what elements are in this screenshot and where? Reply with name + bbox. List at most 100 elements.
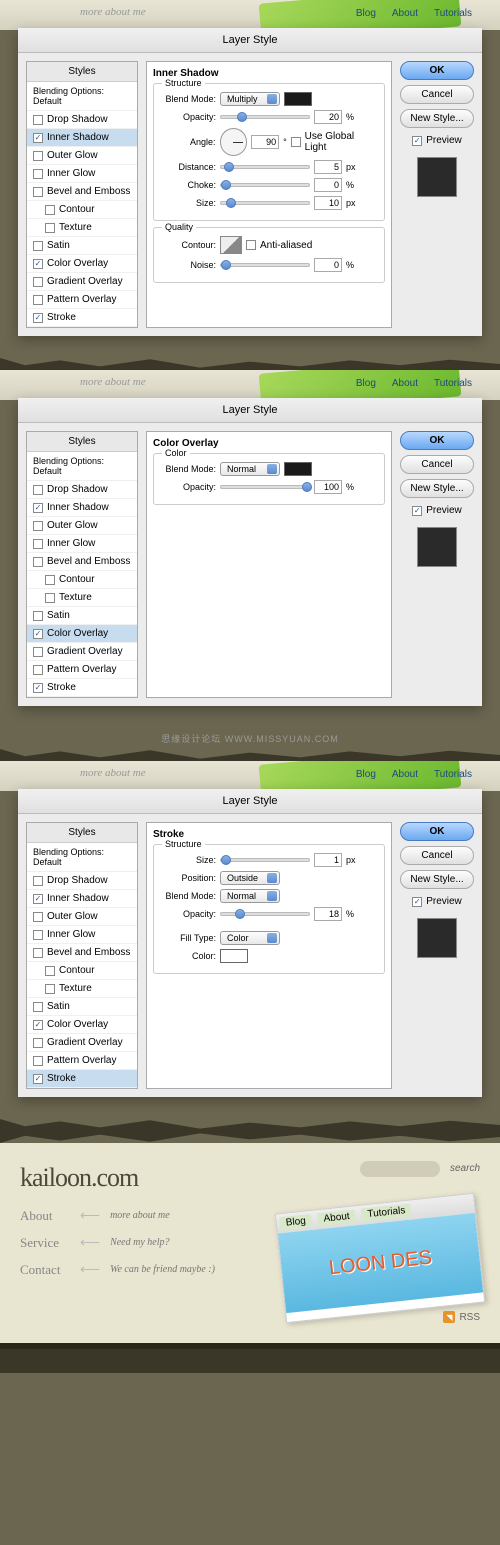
choke-slider[interactable] xyxy=(220,183,310,187)
preview-checkbox[interactable] xyxy=(412,506,422,516)
style-checkbox[interactable] xyxy=(33,1002,43,1012)
style-checkbox[interactable] xyxy=(45,575,55,585)
shadow-color-swatch[interactable] xyxy=(284,92,312,106)
style-item-inner-shadow[interactable]: Inner Shadow xyxy=(27,129,137,147)
style-checkbox[interactable] xyxy=(45,966,55,976)
blend-mode-select[interactable]: Normal xyxy=(220,462,280,476)
style-item-bevel-and-emboss[interactable]: Bevel and Emboss xyxy=(27,553,137,571)
style-checkbox[interactable] xyxy=(33,277,43,287)
style-item-texture[interactable]: Texture xyxy=(27,219,137,237)
contour-picker[interactable] xyxy=(220,236,242,254)
fill-type-select[interactable]: Color xyxy=(220,931,280,945)
style-item-gradient-overlay[interactable]: Gradient Overlay xyxy=(27,643,137,661)
opacity-input[interactable]: 100 xyxy=(314,480,342,494)
rss-link[interactable]: ◥ RSS xyxy=(443,1311,480,1323)
angle-input[interactable]: 90 xyxy=(251,135,279,149)
new-style-button[interactable]: New Style... xyxy=(400,479,474,498)
style-item-stroke[interactable]: Stroke xyxy=(27,309,137,327)
cancel-button[interactable]: Cancel xyxy=(400,455,474,474)
distance-slider[interactable] xyxy=(220,165,310,169)
style-item-drop-shadow[interactable]: Drop Shadow xyxy=(27,481,137,499)
style-item-color-overlay[interactable]: Color Overlay xyxy=(27,625,137,643)
style-checkbox[interactable] xyxy=(33,295,43,305)
style-item-inner-glow[interactable]: Inner Glow xyxy=(27,535,137,553)
style-checkbox[interactable] xyxy=(33,503,43,513)
opacity-slider[interactable] xyxy=(220,912,310,916)
size-input[interactable]: 1 xyxy=(314,853,342,867)
style-checkbox[interactable] xyxy=(33,521,43,531)
style-checkbox[interactable] xyxy=(33,539,43,549)
choke-input[interactable]: 0 xyxy=(314,178,342,192)
style-item-pattern-overlay[interactable]: Pattern Overlay xyxy=(27,661,137,679)
style-item-pattern-overlay[interactable]: Pattern Overlay xyxy=(27,1052,137,1070)
new-style-button[interactable]: New Style... xyxy=(400,109,474,128)
style-checkbox[interactable] xyxy=(33,894,43,904)
style-checkbox[interactable] xyxy=(33,930,43,940)
size-input[interactable]: 10 xyxy=(314,196,342,210)
position-select[interactable]: Outside xyxy=(220,871,280,885)
styles-header[interactable]: Styles xyxy=(27,432,137,452)
style-item-bevel-and-emboss[interactable]: Bevel and Emboss xyxy=(27,944,137,962)
style-item-contour[interactable]: Contour xyxy=(27,571,137,589)
style-item-texture[interactable]: Texture xyxy=(27,980,137,998)
opacity-slider[interactable] xyxy=(220,115,310,119)
angle-dial[interactable] xyxy=(220,128,248,156)
style-checkbox[interactable] xyxy=(33,187,43,197)
style-item-inner-shadow[interactable]: Inner Shadow xyxy=(27,499,137,517)
style-checkbox[interactable] xyxy=(33,611,43,621)
style-item-satin[interactable]: Satin xyxy=(27,607,137,625)
style-checkbox[interactable] xyxy=(33,1020,43,1030)
blend-mode-select[interactable]: Normal xyxy=(220,889,280,903)
styles-header[interactable]: Styles xyxy=(27,62,137,82)
size-slider[interactable] xyxy=(220,858,310,862)
style-checkbox[interactable] xyxy=(33,1074,43,1084)
style-checkbox[interactable] xyxy=(45,223,55,233)
style-checkbox[interactable] xyxy=(45,205,55,215)
size-slider[interactable] xyxy=(220,201,310,205)
style-checkbox[interactable] xyxy=(33,948,43,958)
style-item-gradient-overlay[interactable]: Gradient Overlay xyxy=(27,1034,137,1052)
style-item-outer-glow[interactable]: Outer Glow xyxy=(27,147,137,165)
preview-checkbox[interactable] xyxy=(412,136,422,146)
style-checkbox[interactable] xyxy=(33,169,43,179)
style-checkbox[interactable] xyxy=(33,259,43,269)
stroke-color-swatch[interactable] xyxy=(220,949,248,963)
noise-slider[interactable] xyxy=(220,263,310,267)
style-checkbox[interactable] xyxy=(33,151,43,161)
overlay-color-swatch[interactable] xyxy=(284,462,312,476)
ok-button[interactable]: OK xyxy=(400,431,474,450)
style-checkbox[interactable] xyxy=(33,485,43,495)
styles-header[interactable]: Styles xyxy=(27,823,137,843)
style-checkbox[interactable] xyxy=(33,876,43,886)
style-item-gradient-overlay[interactable]: Gradient Overlay xyxy=(27,273,137,291)
style-checkbox[interactable] xyxy=(33,115,43,125)
style-checkbox[interactable] xyxy=(33,313,43,323)
new-style-button[interactable]: New Style... xyxy=(400,870,474,889)
style-checkbox[interactable] xyxy=(33,557,43,567)
ok-button[interactable]: OK xyxy=(400,822,474,841)
style-checkbox[interactable] xyxy=(33,683,43,693)
style-item-inner-shadow[interactable]: Inner Shadow xyxy=(27,890,137,908)
style-item-outer-glow[interactable]: Outer Glow xyxy=(27,908,137,926)
style-item-satin[interactable]: Satin xyxy=(27,998,137,1016)
style-item-contour[interactable]: Contour xyxy=(27,962,137,980)
anti-aliased-checkbox[interactable] xyxy=(246,240,256,250)
noise-input[interactable]: 0 xyxy=(314,258,342,272)
style-item-outer-glow[interactable]: Outer Glow xyxy=(27,517,137,535)
search-input[interactable] xyxy=(360,1161,440,1177)
blend-mode-select[interactable]: Multiply xyxy=(220,92,280,106)
global-light-checkbox[interactable] xyxy=(291,137,301,147)
cancel-button[interactable]: Cancel xyxy=(400,846,474,865)
style-checkbox[interactable] xyxy=(33,665,43,675)
blending-options[interactable]: Blending Options: Default xyxy=(27,82,137,111)
style-item-drop-shadow[interactable]: Drop Shadow xyxy=(27,872,137,890)
distance-input[interactable]: 5 xyxy=(314,160,342,174)
style-item-inner-glow[interactable]: Inner Glow xyxy=(27,926,137,944)
preview-checkbox[interactable] xyxy=(412,897,422,907)
style-item-color-overlay[interactable]: Color Overlay xyxy=(27,255,137,273)
style-item-bevel-and-emboss[interactable]: Bevel and Emboss xyxy=(27,183,137,201)
style-checkbox[interactable] xyxy=(45,984,55,994)
opacity-input[interactable]: 20 xyxy=(314,110,342,124)
style-item-pattern-overlay[interactable]: Pattern Overlay xyxy=(27,291,137,309)
opacity-input[interactable]: 18 xyxy=(314,907,342,921)
